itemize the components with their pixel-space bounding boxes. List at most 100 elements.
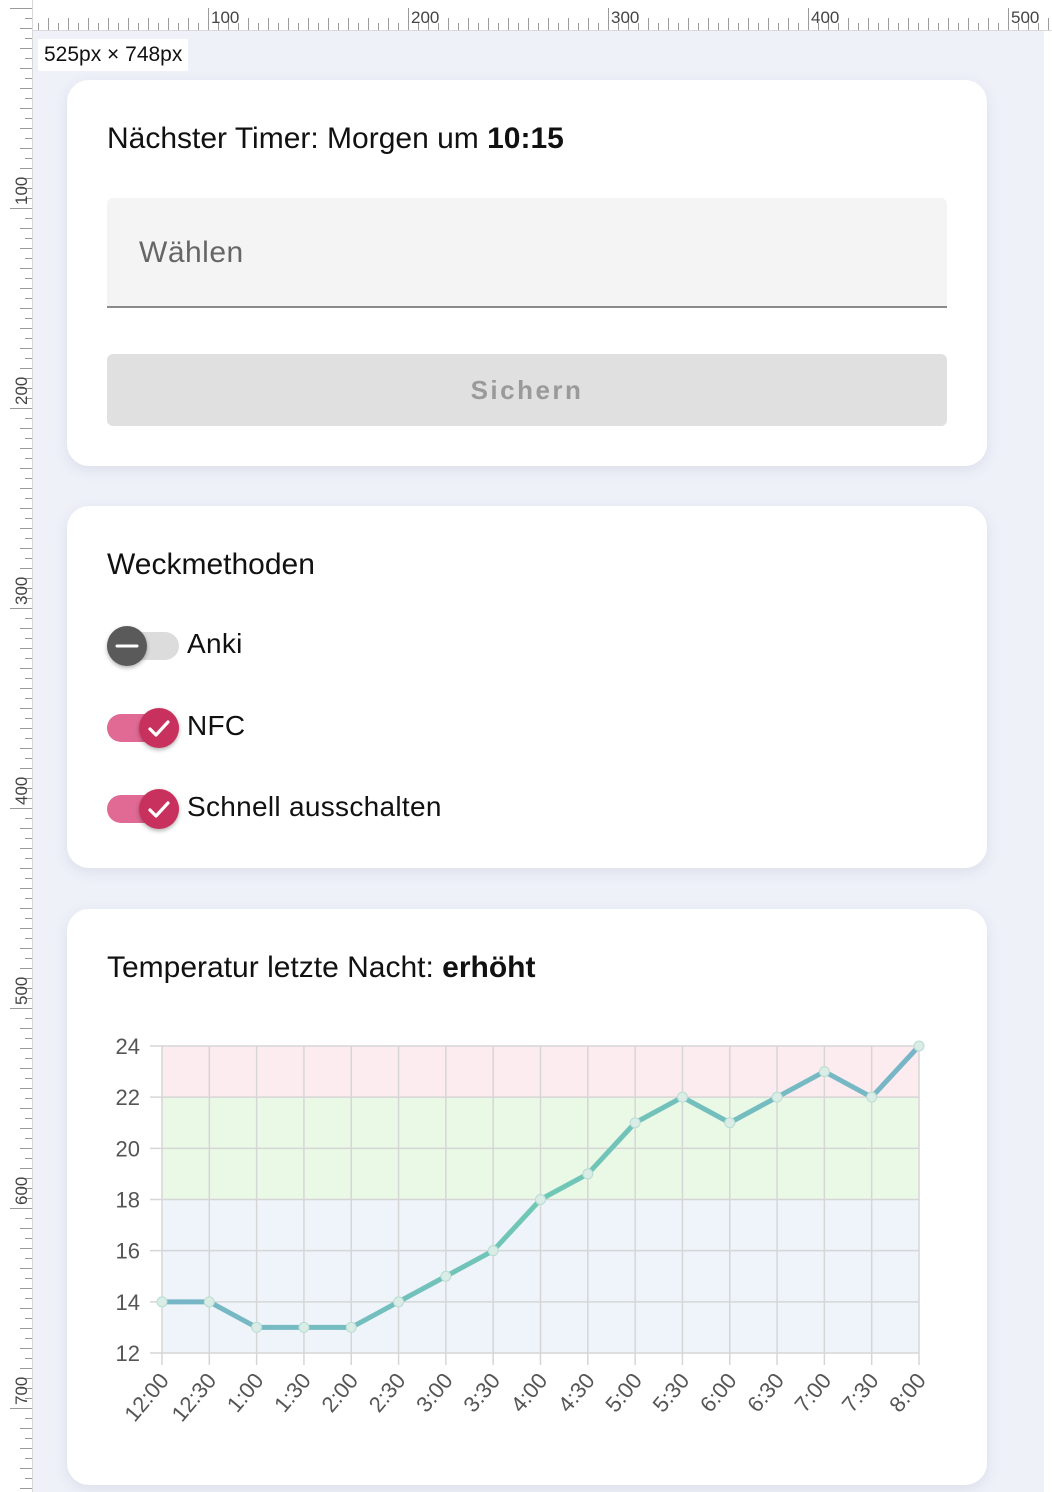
ruler-tick <box>25 1218 32 1219</box>
timer-title: Nächster Timer: Morgen um 10:15 <box>107 122 564 156</box>
ruler-tick <box>25 1018 32 1019</box>
ruler-tick <box>178 23 179 30</box>
data-point <box>535 1194 546 1205</box>
ruler-tick <box>658 23 659 30</box>
ruler-tick <box>168 18 169 30</box>
ruler-tick <box>78 23 79 30</box>
x-tick-label: 3:30 <box>458 1368 505 1417</box>
ruler-tick <box>248 18 249 30</box>
ruler-tick <box>25 858 32 859</box>
ruler-tick <box>25 618 32 619</box>
checkmark-icon <box>139 789 179 829</box>
ruler-tick <box>25 1138 32 1139</box>
ruler-tick <box>38 23 39 30</box>
ruler-tick <box>10 1008 32 1009</box>
x-tick-label: 12:00 <box>119 1368 174 1426</box>
ruler-tick <box>25 738 32 739</box>
ruler-tick <box>20 228 32 229</box>
ruler-tick <box>798 23 799 30</box>
ruler-tick <box>508 18 509 30</box>
ruler-tick <box>598 23 599 30</box>
ruler-tick <box>278 23 279 30</box>
timer-card: Nächster Timer: Morgen um 10:15 Wählen S… <box>67 80 987 466</box>
ruler-tick <box>25 658 32 659</box>
ruler-label: 100 <box>12 176 31 205</box>
ruler-tick <box>25 718 32 719</box>
ruler-tick <box>138 23 139 30</box>
ruler-tick <box>468 18 469 30</box>
ruler-tick <box>25 258 32 259</box>
ruler-tick <box>718 23 719 30</box>
ruler-tick <box>908 18 909 30</box>
ruler-tick <box>20 848 32 849</box>
ruler-tick <box>98 23 99 30</box>
ruler-tick <box>25 758 32 759</box>
ruler-tick <box>20 668 32 669</box>
x-tick-label: 2:30 <box>364 1368 411 1417</box>
ruler-tick <box>738 23 739 30</box>
ruler-tick <box>188 18 189 30</box>
vertical-ruler: 100 200 300 400 500 600 700 <box>0 0 33 1492</box>
ruler-tick <box>998 23 999 30</box>
time-select[interactable]: Wählen <box>107 198 947 308</box>
ruler-tick <box>25 838 32 839</box>
ruler-tick <box>20 428 32 429</box>
ruler-tick <box>10 608 32 609</box>
ruler-tick <box>778 23 779 30</box>
ruler-tick <box>20 1028 32 1029</box>
ruler-tick <box>25 878 32 879</box>
ruler-tick <box>25 158 32 159</box>
ruler-tick <box>20 348 32 349</box>
ruler-tick <box>20 888 32 889</box>
data-point <box>676 1091 688 1103</box>
ruler-tick <box>258 23 259 30</box>
toggle-label-quick-off: Schnell ausschalten <box>187 791 442 822</box>
ruler-tick <box>688 18 689 30</box>
data-point <box>913 1040 925 1052</box>
x-tick-label: 6:30 <box>742 1368 789 1417</box>
ruler-tick <box>488 18 489 30</box>
ruler-tick <box>548 18 549 30</box>
wake-methods-title: Weckmethoden <box>107 548 315 581</box>
ruler-tick <box>20 728 32 729</box>
data-point <box>487 1245 499 1257</box>
y-tick-label: 16 <box>116 1239 140 1264</box>
ruler-tick <box>538 23 539 30</box>
ruler-tick <box>20 1088 32 1089</box>
x-tick-label: 12:30 <box>167 1368 222 1426</box>
ruler-tick <box>20 1288 32 1289</box>
ruler-tick <box>958 23 959 30</box>
ruler-tick <box>10 8 32 9</box>
ruler-tick <box>20 1328 32 1329</box>
ruler-tick <box>25 1038 32 1039</box>
ruler-tick <box>768 18 769 30</box>
ruler-tick <box>708 18 709 30</box>
data-point <box>582 1168 594 1180</box>
ruler-tick <box>988 18 989 30</box>
ruler-tick <box>25 118 32 119</box>
save-button[interactable]: Sichern <box>107 354 947 426</box>
ruler-tick <box>20 1168 32 1169</box>
ruler-label: 300 <box>12 576 31 605</box>
data-point <box>724 1117 736 1129</box>
ruler-tick <box>208 8 209 30</box>
ruler-tick <box>25 498 32 499</box>
data-point <box>156 1296 168 1308</box>
ruler-tick <box>20 708 32 709</box>
ruler-tick <box>20 268 32 269</box>
wake-methods-card: Weckmethoden Anki NFC Schnell ausschalte… <box>67 506 987 868</box>
x-tick-label: 7:00 <box>790 1368 837 1417</box>
ruler-tick <box>20 1068 32 1069</box>
data-point <box>203 1296 215 1308</box>
y-tick-label: 24 <box>116 1034 140 1059</box>
ruler-tick <box>25 558 32 559</box>
ruler-label: 300 <box>611 8 640 27</box>
ruler-tick <box>20 548 32 549</box>
ruler-label: 200 <box>411 8 440 27</box>
x-tick-label: 5:00 <box>600 1368 647 1417</box>
ruler-tick <box>868 18 869 30</box>
ruler-tick <box>10 1208 32 1209</box>
ruler-tick <box>25 318 32 319</box>
ruler-tick <box>198 23 199 30</box>
ruler-tick <box>20 368 32 369</box>
